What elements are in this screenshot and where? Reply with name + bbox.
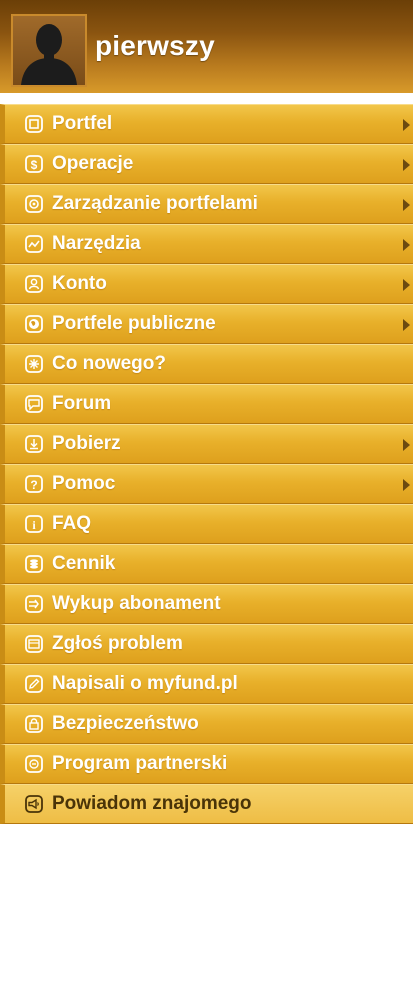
menu-item-co-nowego[interactable]: Co nowego? (0, 344, 413, 384)
dollar-icon: $ (25, 155, 43, 173)
submenu-arrow-icon (403, 319, 410, 331)
portfolio-icon (25, 115, 43, 133)
download-icon (25, 435, 43, 453)
username[interactable]: pierwszy (95, 30, 215, 62)
menu-item-zglos-problem[interactable]: Zgłoś problem (0, 624, 413, 664)
submenu-arrow-icon (403, 199, 410, 211)
main-menu: Portfel $ Operacje Zarządzanie portfelam… (0, 104, 413, 824)
menu-item-label: Operacje (52, 153, 134, 174)
menu-item-label: Program partnerski (52, 753, 228, 774)
submenu-arrow-icon (403, 159, 410, 171)
menu-item-wykup-abonament[interactable]: Wykup abonament (0, 584, 413, 624)
menu-item-label: Napisali o myfund.pl (52, 673, 238, 694)
menu-item-program-partnerski[interactable]: Program partnerski (0, 744, 413, 784)
svg-text:i: i (32, 518, 36, 532)
menu-item-label: Narzędzia (52, 233, 141, 254)
submenu-arrow-icon (403, 479, 410, 491)
menu-item-label: Zarządzanie portfelami (52, 193, 258, 214)
menu-item-zarzadzanie-portfelami[interactable]: Zarządzanie portfelami (0, 184, 413, 224)
lock-icon (25, 715, 43, 733)
menu-item-label: Zgłoś problem (52, 633, 183, 654)
menu-item-operacje[interactable]: $ Operacje (0, 144, 413, 184)
submenu-arrow-icon (403, 239, 410, 251)
menu-item-napisali[interactable]: Napisali o myfund.pl (0, 664, 413, 704)
menu-item-label: Forum (52, 393, 112, 414)
menu-item-label: Konto (52, 273, 107, 294)
sparkle-icon (25, 355, 43, 373)
partner-icon (25, 755, 43, 773)
menu-item-label: Pobierz (52, 433, 121, 454)
menu-item-label: Wykup abonament (52, 593, 221, 614)
menu-item-label: Bezpieczeństwo (52, 713, 199, 734)
menu-item-faq[interactable]: i FAQ (0, 504, 413, 544)
menu-item-label: Cennik (52, 553, 116, 574)
menu-item-portfele-publiczne[interactable]: Portfele publiczne (0, 304, 413, 344)
report-icon (25, 635, 43, 653)
info-icon: i (25, 515, 43, 533)
chat-icon (25, 395, 43, 413)
menu-item-cennik[interactable]: Cennik (0, 544, 413, 584)
menu-item-powiadom-znajomego[interactable]: Powiadom znajomego (0, 784, 413, 824)
menu-item-pobierz[interactable]: Pobierz (0, 424, 413, 464)
menu-item-label: Powiadom znajomego (52, 793, 252, 814)
help-icon: ? (25, 475, 43, 493)
menu-item-narzedzia[interactable]: Narzędzia (0, 224, 413, 264)
svg-text:?: ? (30, 478, 37, 492)
menu-item-label: Co nowego? (52, 353, 166, 374)
arrow-right-icon (25, 595, 43, 613)
submenu-arrow-icon (403, 279, 410, 291)
user-silhouette-icon (21, 24, 77, 85)
chart-icon (25, 235, 43, 253)
menu-item-konto[interactable]: Konto (0, 264, 413, 304)
coins-icon (25, 555, 43, 573)
settings-icon (25, 195, 43, 213)
menu-item-pomoc[interactable]: ? Pomoc (0, 464, 413, 504)
menu-item-bezpieczenstwo[interactable]: Bezpieczeństwo (0, 704, 413, 744)
menu-item-forum[interactable]: Forum (0, 384, 413, 424)
svg-text:$: $ (31, 158, 38, 172)
submenu-arrow-icon (403, 439, 410, 451)
submenu-arrow-icon (403, 119, 410, 131)
menu-item-label: FAQ (52, 513, 92, 534)
globe-icon (25, 315, 43, 333)
menu-item-label: Portfel (52, 113, 113, 134)
user-icon (25, 275, 43, 293)
avatar[interactable] (11, 14, 87, 87)
user-header: pierwszy (0, 0, 413, 93)
menu-item-label: Pomoc (52, 473, 116, 494)
menu-item-label: Portfele publiczne (52, 313, 216, 334)
megaphone-icon (25, 795, 43, 813)
pencil-icon (25, 675, 43, 693)
menu-item-portfel[interactable]: Portfel (0, 104, 413, 144)
